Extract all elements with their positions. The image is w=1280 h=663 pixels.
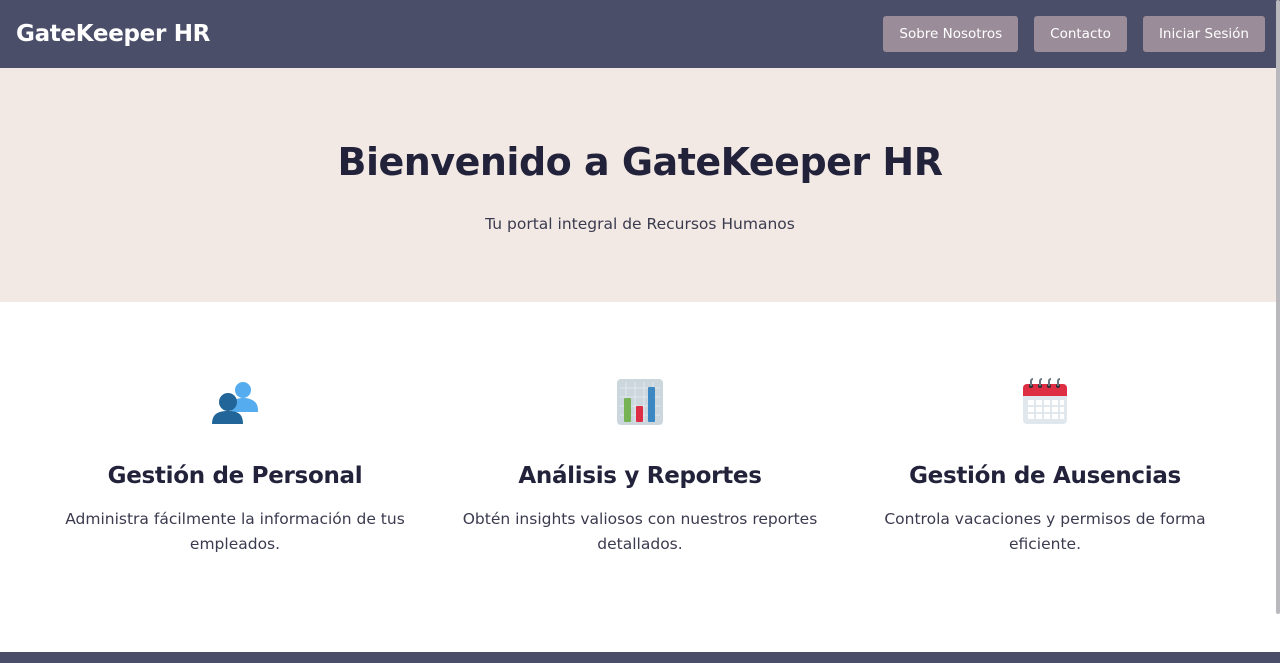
navbar: GateKeeper HR Sobre Nosotros Contacto In… [0, 0, 1280, 68]
feature-description: Obtén insights valiosos con nuestros rep… [462, 510, 818, 553]
feature-description: Controla vacaciones y permisos de forma … [884, 510, 1206, 553]
nav-buttons: Sobre Nosotros Contacto Iniciar Sesión [883, 16, 1265, 52]
brand-logo[interactable]: GateKeeper HR [16, 21, 210, 47]
hero-subtitle: Tu portal integral de Recursos Humanos [485, 215, 795, 233]
page-scrollbar[interactable] [1276, 0, 1280, 614]
about-us-button[interactable]: Sobre Nosotros [883, 16, 1019, 52]
hero-section: Bienvenido a GateKeeper HR Tu portal int… [0, 68, 1280, 302]
feature-title: Análisis y Reportes [518, 463, 762, 489]
feature-title: Gestión de Personal [107, 463, 363, 489]
calendar-icon [1023, 378, 1067, 424]
hero-title: Bienvenido a GateKeeper HR [337, 140, 943, 184]
bar-chart-icon [617, 379, 663, 425]
feature-title: Gestión de Ausencias [909, 463, 1181, 489]
feature-description: Administra fácilmente la información de … [65, 510, 405, 553]
contact-button[interactable]: Contacto [1034, 16, 1127, 52]
login-button[interactable]: Iniciar Sesión [1142, 16, 1265, 52]
people-icon [212, 382, 258, 424]
features-section: Gestión de Personal Administra fácilment… [0, 302, 1280, 652]
footer [0, 652, 1280, 663]
